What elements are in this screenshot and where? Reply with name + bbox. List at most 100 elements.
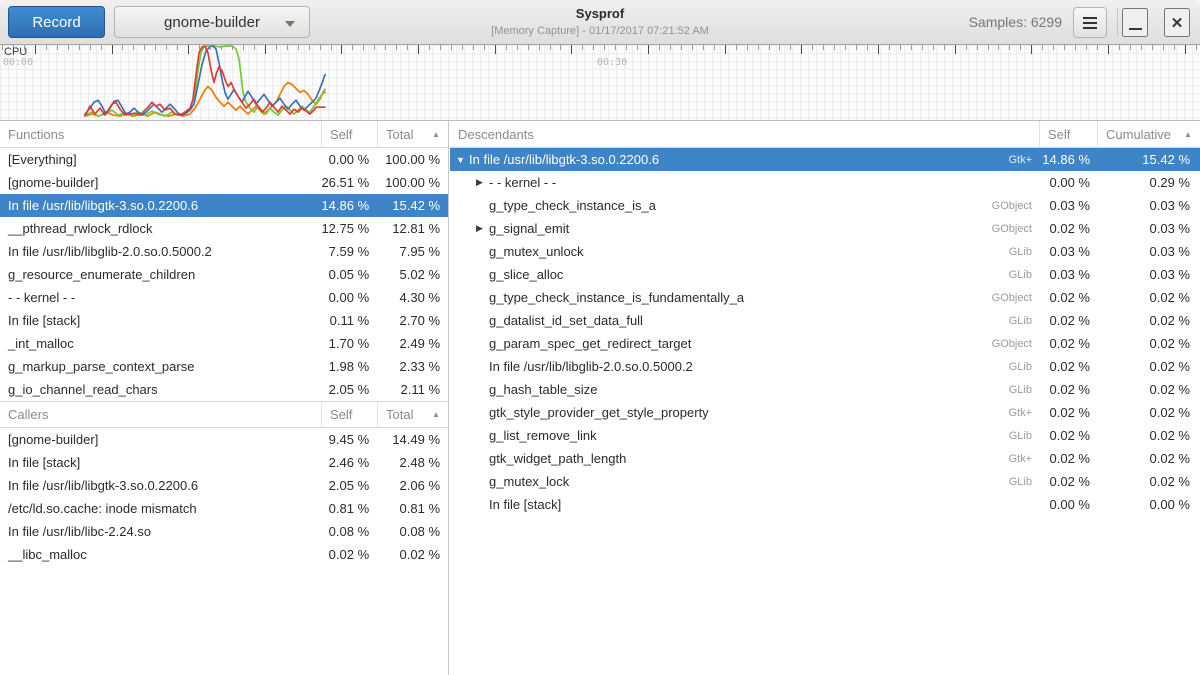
sort-ascending-icon: ▲ xyxy=(1178,130,1192,139)
table-row[interactable]: [gnome-builder]9.45 %14.49 % xyxy=(0,428,448,451)
ruler-tick xyxy=(867,45,868,50)
tree-row[interactable]: g_datalist_id_set_data_fullGLib0.02 %0.0… xyxy=(450,309,1200,332)
ruler-tick xyxy=(988,45,989,50)
descendant-name-cell: g_param_spec_get_redirect_targetGObject xyxy=(450,336,1040,351)
cumulative-value: 0.02 % xyxy=(1098,405,1200,420)
callers-column-header[interactable]: Callers xyxy=(0,402,322,427)
tree-row[interactable]: g_type_check_instance_is_fundamentally_a… xyxy=(450,286,1200,309)
self-value: 0.00 % xyxy=(1040,175,1098,190)
ruler-tick xyxy=(856,45,857,50)
descendant-name: g_datalist_id_set_data_full xyxy=(489,313,643,328)
tree-row[interactable]: g_list_remove_linkGLib0.02 %0.02 % xyxy=(450,424,1200,447)
expander-closed-icon[interactable]: ▶ xyxy=(476,177,489,188)
table-row[interactable]: __libc_malloc0.02 %0.02 % xyxy=(0,543,448,566)
table-row[interactable]: g_resource_enumerate_children0.05 %5.02 … xyxy=(0,263,448,286)
tree-row[interactable]: ▶- - kernel - -0.00 %0.29 % xyxy=(450,171,1200,194)
function-name: In file [stack] xyxy=(0,313,321,328)
tree-row[interactable]: gtk_style_provider_get_style_propertyGtk… xyxy=(450,401,1200,424)
table-row[interactable]: /etc/ld.so.cache: inode mismatch0.81 %0.… xyxy=(0,497,448,520)
total-column-header[interactable]: Total ▲ xyxy=(378,121,448,147)
minimize-button[interactable] xyxy=(1122,8,1148,37)
callers-table-header: Callers Self Total ▲ xyxy=(0,401,448,428)
tree-row[interactable]: g_hash_table_sizeGLib0.02 %0.02 % xyxy=(450,378,1200,401)
descendant-name: g_type_check_instance_is_a xyxy=(489,198,656,213)
cumulative-column-header[interactable]: Cumulative ▲ xyxy=(1098,121,1200,147)
table-row[interactable]: g_markup_parse_context_parse1.98 %2.33 % xyxy=(0,355,448,378)
tree-row[interactable]: ▼In file /usr/lib/libgtk-3.so.0.2200.6Gt… xyxy=(450,148,1200,171)
ruler-tick xyxy=(845,45,846,50)
table-row[interactable]: [Everything]0.00 %100.00 % xyxy=(0,148,448,171)
descendant-name: g_param_spec_get_redirect_target xyxy=(489,336,691,351)
table-row[interactable]: _int_malloc1.70 %2.49 % xyxy=(0,332,448,355)
self-value: 0.81 % xyxy=(321,501,377,516)
table-row[interactable]: In file /usr/lib/libgtk-3.so.0.2200.62.0… xyxy=(0,474,448,497)
cumulative-value: 0.03 % xyxy=(1098,198,1200,213)
function-name: In file /usr/lib/libgtk-3.so.0.2200.6 xyxy=(0,198,321,213)
table-row[interactable]: In file /usr/lib/libgtk-3.so.0.2200.614.… xyxy=(0,194,448,217)
tree-row[interactable]: In file /usr/lib/libglib-2.0.so.0.5000.2… xyxy=(450,355,1200,378)
descendant-name-cell: In file [stack] xyxy=(450,497,1040,512)
menu-button[interactable] xyxy=(1073,7,1107,38)
app-title: Sysprof xyxy=(390,6,810,21)
sort-ascending-icon: ▲ xyxy=(426,410,440,419)
tree-row[interactable]: g_type_check_instance_is_aGObject0.03 %0… xyxy=(450,194,1200,217)
close-button[interactable]: ✕ xyxy=(1164,8,1190,37)
tree-row[interactable]: gtk_widget_path_lengthGtk+0.02 %0.02 % xyxy=(450,447,1200,470)
tree-row[interactable]: In file [stack]0.00 %0.00 % xyxy=(450,493,1200,516)
function-name: In file [stack] xyxy=(0,455,321,470)
table-row[interactable]: - - kernel - -0.00 %4.30 % xyxy=(0,286,448,309)
table-row[interactable]: g_io_channel_read_chars2.05 %2.11 % xyxy=(0,378,448,401)
ruler-tick xyxy=(1185,45,1186,54)
expander-closed-icon[interactable]: ▶ xyxy=(476,223,489,234)
tree-row[interactable]: ▶g_signal_emitGObject0.02 %0.03 % xyxy=(450,217,1200,240)
record-button[interactable]: Record xyxy=(8,6,105,38)
table-row[interactable]: In file [stack]2.46 %2.48 % xyxy=(0,451,448,474)
tree-row[interactable]: g_param_spec_get_redirect_targetGObject0… xyxy=(450,332,1200,355)
headerbar-separator xyxy=(1117,8,1118,37)
ruler-tick xyxy=(1097,45,1098,50)
tree-row[interactable]: g_slice_allocGLib0.03 %0.03 % xyxy=(450,263,1200,286)
ruler-tick xyxy=(1009,45,1010,50)
table-row[interactable]: [gnome-builder]26.51 %100.00 % xyxy=(0,171,448,194)
ruler-tick xyxy=(331,45,332,50)
self-value: 0.02 % xyxy=(1040,451,1098,466)
table-row[interactable]: In file /usr/lib/libglib-2.0.so.0.5000.2… xyxy=(0,240,448,263)
ruler-tick xyxy=(539,45,540,50)
total-value: 2.70 % xyxy=(377,313,448,328)
library-badge: GLib xyxy=(1009,269,1040,281)
ruler-tick xyxy=(1042,45,1043,50)
functions-column-header[interactable]: Functions xyxy=(0,121,322,147)
self-value: 0.02 % xyxy=(321,547,377,562)
function-name: In file /usr/lib/libgtk-3.so.0.2200.6 xyxy=(0,478,321,493)
cpu-timeline-graph[interactable]: CPU 00:00 00:30 xyxy=(0,45,1200,121)
table-row[interactable]: In file /usr/lib/libc-2.24.so0.08 %0.08 … xyxy=(0,520,448,543)
total-value: 14.49 % xyxy=(377,432,448,447)
ruler-tick xyxy=(2,45,3,50)
ruler-tick xyxy=(769,45,770,50)
descendants-column-header[interactable]: Descendants xyxy=(450,121,1040,147)
library-badge: GLib xyxy=(1009,361,1040,373)
self-column-header[interactable]: Self xyxy=(322,121,378,147)
self-column-header[interactable]: Self xyxy=(1040,121,1098,147)
self-value: 2.05 % xyxy=(321,382,377,397)
tree-row[interactable]: g_mutex_unlockGLib0.03 %0.03 % xyxy=(450,240,1200,263)
total-column-header[interactable]: Total ▲ xyxy=(378,402,448,427)
ruler-tick xyxy=(254,45,255,50)
total-value: 2.33 % xyxy=(377,359,448,374)
table-row[interactable]: In file [stack]0.11 %2.70 % xyxy=(0,309,448,332)
table-row[interactable]: __pthread_rwlock_rdlock12.75 %12.81 % xyxy=(0,217,448,240)
process-selector-dropdown[interactable]: gnome-builder xyxy=(114,6,310,38)
self-column-header[interactable]: Self xyxy=(322,402,378,427)
tree-row[interactable]: g_mutex_lockGLib0.02 %0.02 % xyxy=(450,470,1200,493)
expander-open-icon[interactable]: ▼ xyxy=(456,155,469,165)
self-value: 0.02 % xyxy=(1040,221,1098,236)
ruler-tick xyxy=(900,45,901,50)
descendant-name: In file /usr/lib/libglib-2.0.so.0.5000.2 xyxy=(489,359,693,374)
descendant-name: gtk_style_provider_get_style_property xyxy=(489,405,709,420)
sort-ascending-icon: ▲ xyxy=(426,130,440,139)
ruler-tick xyxy=(736,45,737,50)
cumulative-value: 0.02 % xyxy=(1098,382,1200,397)
ruler-tick xyxy=(122,45,123,50)
ruler-tick xyxy=(484,45,485,50)
self-value: 0.02 % xyxy=(1040,474,1098,489)
